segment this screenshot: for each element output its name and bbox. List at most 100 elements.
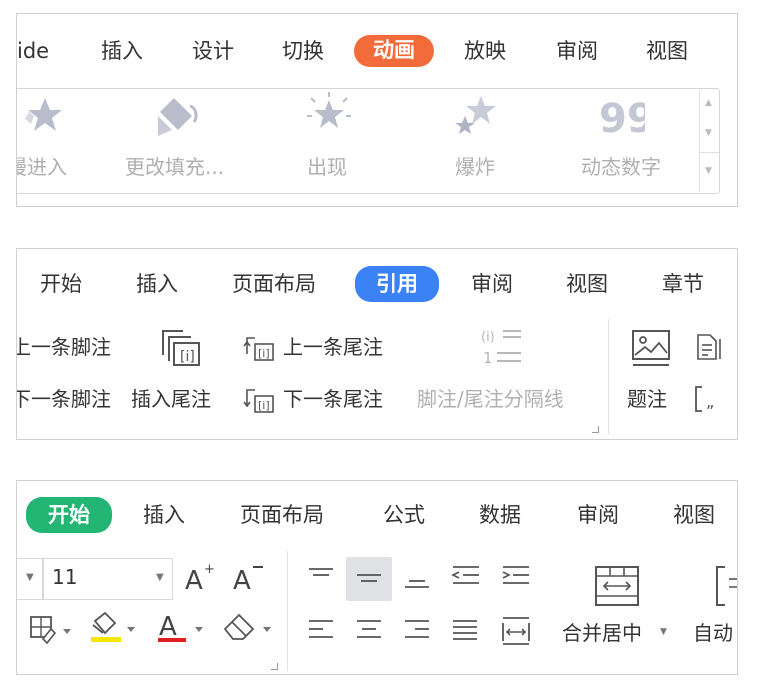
svg-text:[i]: [i] xyxy=(258,399,270,412)
align-left-icon[interactable] xyxy=(305,617,337,647)
gallery-item-dynamic-number[interactable]: 99 动态数字 xyxy=(577,92,677,188)
gallery-scroll-column: ▲ ▼ ▼ xyxy=(699,90,719,192)
tab-review[interactable]: 审阅 xyxy=(577,500,619,530)
chevron-down-icon: ▼ xyxy=(26,572,34,583)
reference-ribbon-panel: 开始 插入 页面布局 引用 审阅 视图 章节 上一条脚注 下一条脚注 [i] 插… xyxy=(16,248,738,440)
bracket-quote-icon[interactable]: „ xyxy=(694,385,724,413)
tab-animation[interactable]: 动画 xyxy=(354,35,434,67)
tab-design[interactable]: 设计 xyxy=(192,36,234,66)
border-icon[interactable] xyxy=(29,615,73,645)
tab-view[interactable]: 视图 xyxy=(566,269,608,299)
eraser-icon[interactable] xyxy=(219,611,273,645)
tab-chapter[interactable]: 章节 xyxy=(662,269,704,299)
align-bottom-icon[interactable] xyxy=(401,563,433,593)
auto-wrap-button[interactable]: 自动 xyxy=(693,561,737,651)
star-explode-icon xyxy=(451,94,499,138)
svg-text:A: A xyxy=(159,612,177,642)
font-color-icon[interactable]: A xyxy=(157,611,207,645)
tab-home[interactable]: 开始 xyxy=(26,497,112,533)
gallery-item-label: 出现 xyxy=(307,155,347,179)
tab-slideshow[interactable]: 放映 xyxy=(464,36,506,66)
tab-page-layout[interactable]: 页面布局 xyxy=(240,500,324,530)
tab-page-layout[interactable]: 页面布局 xyxy=(232,269,316,299)
paint-bucket-icon xyxy=(154,94,202,138)
scroll-divider xyxy=(700,152,719,153)
tab-transition[interactable]: 切换 xyxy=(282,36,324,66)
insert-endnote-icon: [i] xyxy=(159,325,203,369)
justify-icon[interactable] xyxy=(449,617,481,647)
svg-text:[i]: [i] xyxy=(180,349,195,365)
scroll-up-icon[interactable]: ▲ xyxy=(705,98,712,108)
tab-home[interactable]: 开始 xyxy=(40,269,82,299)
number-99-icon: 99 xyxy=(599,94,645,138)
fill-color-icon[interactable] xyxy=(87,611,137,645)
gallery-item-label: 更改填充... xyxy=(125,155,225,179)
tab-data[interactable]: 数据 xyxy=(479,500,521,530)
svg-text:99: 99 xyxy=(599,96,645,138)
svg-text:(i): (i) xyxy=(481,330,495,345)
svg-text:1: 1 xyxy=(483,349,493,367)
prev-footnote-button[interactable]: 上一条脚注 xyxy=(17,333,111,361)
home-ribbon-panel: 开始 插入 页面布局 公式 数据 审阅 视图 ▼ 11 ▼ A + A A 合并… xyxy=(16,480,738,675)
next-footnote-button[interactable]: 下一条脚注 xyxy=(17,385,111,413)
insert-endnote-button[interactable]: [i] 插入尾注 xyxy=(131,325,231,417)
star-burst-icon xyxy=(305,92,353,138)
caption-button[interactable]: 题注 xyxy=(625,325,685,417)
decrease-font-icon[interactable]: A xyxy=(233,561,267,595)
prev-endnote-label: 上一条尾注 xyxy=(283,335,383,359)
gallery-item-change-fill[interactable]: 更改填充... xyxy=(121,92,241,188)
next-endnote-icon: [i] xyxy=(243,386,277,414)
tab-view[interactable]: 视图 xyxy=(646,36,688,66)
gallery-item-slow-enter[interactable]: 慢进入 xyxy=(17,92,87,188)
prev-endnote-icon: [i] xyxy=(243,334,277,362)
font-size-select[interactable]: 11 ▼ xyxy=(43,558,173,600)
caption-image-icon xyxy=(631,329,671,369)
svg-text:+: + xyxy=(204,562,215,577)
gallery-expand-icon[interactable]: ▼ xyxy=(705,166,712,176)
merge-center-button[interactable]: 合并居中 ▼ xyxy=(562,561,672,651)
align-right-icon[interactable] xyxy=(401,617,433,647)
align-middle-button[interactable] xyxy=(346,557,392,601)
gallery-item-appear[interactable]: 出现 xyxy=(297,92,367,188)
tab-view[interactable]: 视图 xyxy=(673,500,715,530)
chevron-down-icon: ▼ xyxy=(660,627,667,637)
auto-wrap-label: 自动 xyxy=(693,621,733,645)
increase-indent-icon[interactable] xyxy=(499,563,533,593)
align-top-icon[interactable] xyxy=(305,563,337,593)
tab-reference[interactable]: 引用 xyxy=(355,266,439,302)
gallery-item-label: 慢进入 xyxy=(17,155,67,179)
animation-ribbon-panel: ide 插入 设计 切换 动画 放映 审阅 视图 慢进入 更改填充... xyxy=(16,13,738,207)
svg-text:A: A xyxy=(233,566,251,595)
star-fade-icon xyxy=(19,94,63,138)
tab-review[interactable]: 审阅 xyxy=(471,269,513,299)
wrap-text-icon xyxy=(715,565,737,607)
tab-insert[interactable]: 插入 xyxy=(136,269,178,299)
chevron-down-icon: ▼ xyxy=(156,572,164,583)
tab-review[interactable]: 审阅 xyxy=(556,36,598,66)
separator-list-icon: (i) 1 xyxy=(479,325,523,369)
align-middle-icon xyxy=(353,563,385,593)
tab-slide[interactable]: ide xyxy=(17,36,49,66)
distributed-align-icon[interactable] xyxy=(499,615,533,647)
tab-insert[interactable]: 插入 xyxy=(101,36,143,66)
merge-cells-icon xyxy=(594,565,640,607)
group-divider xyxy=(608,319,609,434)
cross-reference-icon[interactable] xyxy=(694,333,724,361)
gallery-item-label: 动态数字 xyxy=(581,155,661,179)
scroll-down-icon[interactable]: ▼ xyxy=(705,128,712,138)
font-dialog-launcher-icon[interactable] xyxy=(271,663,278,670)
align-center-icon[interactable] xyxy=(353,617,385,647)
gallery-item-explode[interactable]: 爆炸 xyxy=(445,92,515,188)
tab-insert[interactable]: 插入 xyxy=(143,500,185,530)
svg-text:[i]: [i] xyxy=(258,347,270,360)
tab-formula[interactable]: 公式 xyxy=(383,500,425,530)
group-dialog-launcher-icon[interactable] xyxy=(592,426,599,433)
caption-label: 题注 xyxy=(627,387,667,411)
footnote-separator-button[interactable]: (i) 1 脚注/尾注分隔线 xyxy=(417,325,597,417)
group-divider xyxy=(287,551,288,671)
insert-endnote-label: 插入尾注 xyxy=(131,387,211,411)
increase-font-icon[interactable]: A + xyxy=(185,561,219,595)
font-name-select[interactable]: ▼ xyxy=(17,558,43,600)
decrease-indent-icon[interactable] xyxy=(449,563,483,593)
svg-text:A: A xyxy=(185,566,203,595)
